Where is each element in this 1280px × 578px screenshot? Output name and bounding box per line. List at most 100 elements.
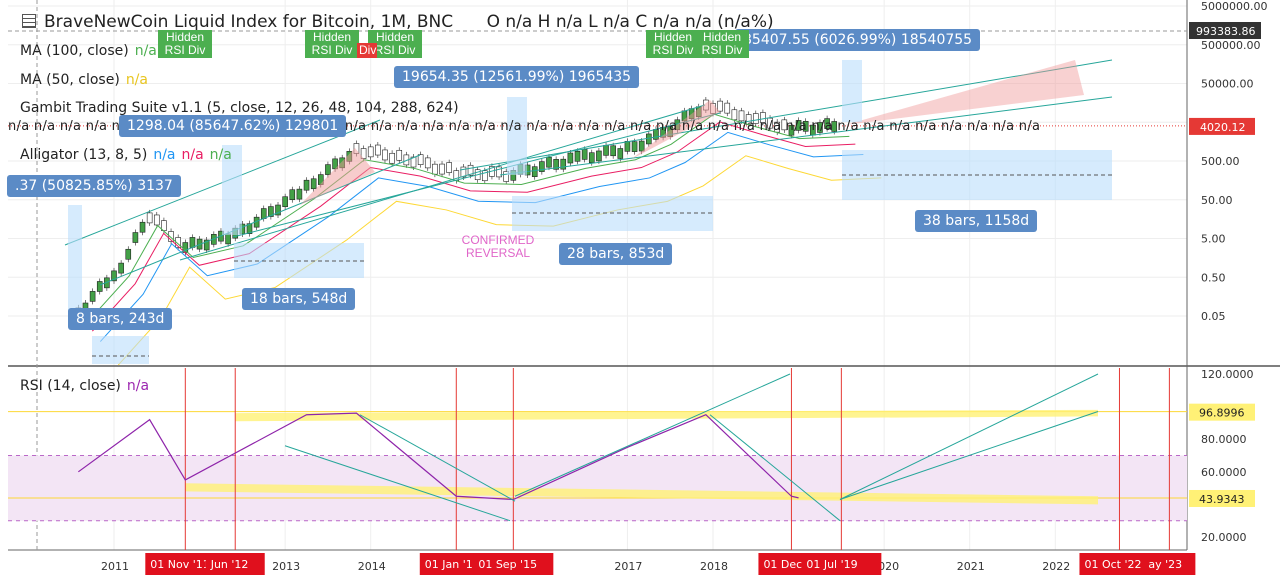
candle (146, 212, 153, 224)
legend-rsi[interactable]: RSI (14, close) n/a (20, 378, 149, 394)
candle (724, 102, 731, 114)
candle (603, 145, 609, 156)
candle (531, 166, 538, 177)
legend-ma50[interactable]: MA (50, close) n/a (20, 72, 148, 88)
candle (424, 157, 431, 169)
candle (153, 214, 160, 226)
gain-label-4: 85407.55 (6026.99%) 18540755 (735, 29, 981, 51)
candle (581, 149, 588, 160)
time-axis-label: 2014 (358, 560, 386, 573)
time-axis-label: 2011 (101, 560, 129, 573)
candle (396, 149, 403, 161)
price-badge-top: 993383.86 (1196, 25, 1256, 38)
candle (596, 150, 602, 162)
price-axis-label: 50.00 (1201, 194, 1233, 207)
measure-box-3 (507, 97, 527, 175)
rsi-badge-upper: 96.8996 (1199, 407, 1245, 420)
candle (717, 100, 723, 112)
price-axis-label: 0.05 (1201, 310, 1226, 323)
time-axis-label: 2017 (614, 560, 642, 573)
divergence-label-1: Hidden RSI Div (158, 30, 212, 58)
candle (382, 149, 388, 161)
candle (638, 140, 645, 152)
rsi-axis-label: 120.0000 (1201, 368, 1254, 381)
measure-box-1 (68, 205, 82, 313)
ohlc-values: O n/a H n/a L n/a C n/a n/a (n/a%) (486, 12, 774, 32)
candle (389, 152, 395, 164)
legend-gambit[interactable]: Gambit Trading Suite v1.1 (5, close, 12,… (20, 100, 459, 116)
time-axis-label: 2013 (272, 560, 300, 573)
collapse-icon[interactable] (22, 14, 36, 28)
chart-title: BraveNewCoin Liquid Index for Bitcoin, 1… (22, 12, 774, 32)
candle (631, 141, 638, 152)
candle (125, 248, 132, 260)
candle (325, 164, 331, 175)
rsi-axis-label: 80.0000 (1201, 433, 1247, 446)
divergence-label-2: Hidden RSI Div (305, 30, 359, 58)
gain-label-2: 1298.04 (85647.62%) 129801 (119, 115, 347, 137)
price-axis-label: 500.00 (1201, 155, 1240, 168)
gain-label-1: .37 (50825.85%) 3137 (7, 175, 181, 197)
legend-alligator[interactable]: Alligator (13, 8, 5) n/a n/a n/a (20, 147, 232, 163)
candle (303, 179, 310, 191)
confirmed-reversal-label: CONFIRMED REVERSAL (461, 233, 535, 260)
candle (588, 152, 595, 163)
candle (560, 158, 567, 170)
measure-box-4 (842, 60, 862, 122)
candle (118, 262, 124, 274)
candle (546, 156, 552, 168)
candle (567, 152, 574, 164)
event-marker-badge: 01 Oct '22 (1084, 558, 1141, 571)
candle (446, 162, 452, 173)
rsi-axis-label: 60.0000 (1201, 466, 1247, 479)
candle (132, 232, 139, 243)
range-label-4: 38 bars, 1158d (915, 210, 1038, 232)
event-marker-badge: ay '23 (1148, 558, 1182, 571)
time-axis-label: 2022 (1042, 560, 1070, 573)
candle (96, 281, 103, 292)
candle (417, 154, 424, 165)
event-marker-badge: Jun '12 (210, 558, 249, 571)
price-axis-label: 5.00 (1201, 233, 1226, 246)
time-axis-label: 2018 (700, 560, 728, 573)
price-axis-label: 500000.00 (1201, 39, 1261, 52)
candle (296, 188, 303, 200)
event-marker-badge: 01 Sep '15 (478, 558, 537, 571)
candle (617, 148, 624, 159)
range-label-3: 28 bars, 853d (559, 243, 673, 265)
event-marker-badge: 01 Jul '19 (806, 558, 857, 571)
candle (367, 146, 374, 158)
candle (432, 163, 438, 175)
candle (282, 196, 288, 208)
price-axis-label: 0.50 (1201, 271, 1226, 284)
time-axis-label: 2021 (957, 560, 985, 573)
candle (375, 144, 381, 156)
rsi-axis-label: 20.0000 (1201, 531, 1247, 544)
divergence-label-5: Hidden RSI Div (695, 30, 749, 58)
event-marker-badge: 01 Nov '11 (150, 558, 209, 571)
candle (610, 145, 616, 157)
candle (574, 150, 581, 162)
price-badge-current: 4020.12 (1200, 121, 1246, 134)
candle (624, 141, 631, 152)
candle (139, 221, 146, 233)
candle (189, 237, 196, 248)
event-marker-badge: 01 Jan '1 (425, 558, 473, 571)
candle (225, 233, 231, 245)
candle (89, 291, 96, 302)
price-axis-label: 5000000.00 (1201, 0, 1267, 13)
divergence-label-4: Hidden RSI Div (646, 30, 700, 58)
range-label-1: 8 bars, 243d (68, 308, 173, 330)
gain-label-3: 19654.35 (12561.99%) 1965435 (394, 66, 640, 88)
price-axis-label: 50000.00 (1201, 78, 1254, 91)
divergence-label-short: Div (357, 43, 377, 58)
candle (289, 189, 296, 201)
legend-ma100[interactable]: MA (100, close) n/a (20, 43, 157, 59)
range-label-2: 18 bars, 548d (242, 288, 356, 310)
rsi-badge-lower: 43.9343 (1199, 493, 1245, 506)
chart-canvas[interactable]: 5000000.00500000.0050000.005000.00500.00… (0, 0, 1280, 578)
candle (439, 163, 445, 175)
candle (310, 178, 317, 190)
range-box-1 (92, 336, 149, 364)
candle (260, 208, 267, 219)
